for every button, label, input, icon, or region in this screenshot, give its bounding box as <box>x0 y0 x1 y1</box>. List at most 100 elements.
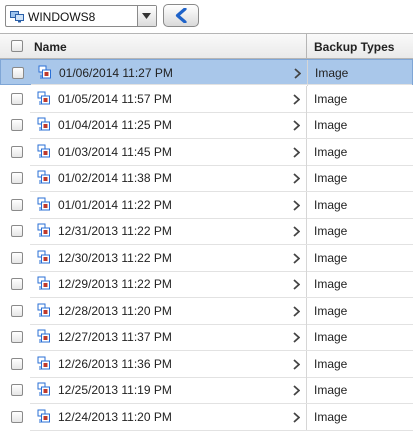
row-backup-type: Image <box>314 144 348 159</box>
backup-image-icon <box>37 250 50 263</box>
chevron-right-icon[interactable] <box>293 173 300 184</box>
row-checkbox[interactable] <box>11 410 23 423</box>
row-backup-type: Image <box>314 383 348 397</box>
table-row[interactable]: 12/25/2013 11:19 PM Image <box>0 377 413 404</box>
chevron-right-icon[interactable] <box>293 93 300 105</box>
table-row[interactable]: 01/06/2014 11:27 PM Image <box>0 59 413 86</box>
row-backup-type: Image <box>314 197 348 212</box>
row-checkbox[interactable] <box>11 331 23 343</box>
chevron-right-icon[interactable] <box>293 226 300 237</box>
grid-header: Name Backup Types <box>0 33 413 59</box>
column-divider <box>306 218 307 244</box>
chevron-right-icon[interactable] <box>293 305 300 317</box>
column-divider <box>306 377 307 403</box>
backup-image-icon <box>37 329 50 343</box>
row-checkbox[interactable] <box>11 357 23 370</box>
row-backup-type: Image <box>315 66 349 80</box>
backup-image-icon <box>37 223 50 237</box>
column-divider <box>306 165 307 191</box>
row-name: 01/03/2014 11:45 PM <box>58 144 172 159</box>
toolbar: WINDOWS8 <box>0 0 413 32</box>
column-header-backup-types[interactable]: Backup Types <box>314 40 394 54</box>
dropdown-button[interactable] <box>137 6 156 26</box>
row-name: 12/29/2013 11:22 PM <box>58 277 172 291</box>
table-row[interactable]: 12/29/2013 11:22 PM Image <box>0 271 413 298</box>
chevron-right-icon[interactable] <box>293 332 300 343</box>
backup-image-icon <box>37 170 50 184</box>
column-divider <box>306 85 307 112</box>
row-checkbox[interactable] <box>11 225 23 237</box>
back-button[interactable] <box>163 4 199 27</box>
row-name: 12/24/2013 11:20 PM <box>58 409 172 424</box>
row-name: 01/06/2014 11:27 PM <box>59 66 173 80</box>
computer-icon <box>10 11 24 23</box>
row-backup-type: Image <box>314 224 348 238</box>
machine-selector[interactable]: WINDOWS8 <box>5 5 157 27</box>
backup-image-icon <box>37 303 50 316</box>
chevron-right-icon[interactable] <box>293 279 300 290</box>
backup-image-icon <box>37 409 50 422</box>
table-row[interactable]: 12/31/2013 11:22 PM Image <box>0 218 413 245</box>
row-name: 01/05/2014 11:57 PM <box>58 91 172 106</box>
row-checkbox[interactable] <box>11 278 23 290</box>
row-checkbox[interactable] <box>12 67 24 79</box>
column-divider <box>306 271 307 297</box>
row-divider <box>30 429 413 431</box>
row-checkbox[interactable] <box>11 172 23 184</box>
row-backup-type: Image <box>314 330 348 344</box>
backup-image-icon <box>37 144 50 157</box>
table-row[interactable]: 12/27/2013 11:37 PM Image <box>0 324 413 351</box>
chevron-right-icon[interactable] <box>293 358 300 370</box>
backup-image-icon <box>37 276 50 290</box>
backup-image-icon <box>37 117 50 131</box>
row-backup-type: Image <box>314 409 348 424</box>
backup-image-icon <box>37 91 50 104</box>
column-divider <box>306 350 307 377</box>
row-checkbox[interactable] <box>11 119 23 131</box>
table-row[interactable]: 12/26/2013 11:36 PM Image <box>0 350 413 378</box>
row-checkbox[interactable] <box>11 304 23 317</box>
table-row[interactable]: 01/05/2014 11:57 PM Image <box>0 85 413 113</box>
table-row[interactable]: 01/04/2014 11:25 PM Image <box>0 112 413 139</box>
backup-image-icon <box>37 356 50 369</box>
table-row[interactable]: 01/03/2014 11:45 PM Image <box>0 138 413 166</box>
row-name: 12/31/2013 11:22 PM <box>58 224 172 238</box>
column-divider <box>306 403 307 430</box>
row-checkbox[interactable] <box>11 92 23 105</box>
row-backup-type: Image <box>314 356 348 371</box>
row-checkbox[interactable] <box>11 145 23 158</box>
row-name: 12/30/2013 11:22 PM <box>58 250 172 265</box>
row-name: 01/02/2014 11:38 PM <box>58 171 172 185</box>
row-name: 12/28/2013 11:20 PM <box>58 303 172 318</box>
backup-image-icon <box>38 65 51 79</box>
table-row[interactable]: 01/02/2014 11:38 PM Image <box>0 165 413 192</box>
column-divider <box>306 324 307 350</box>
column-divider <box>306 191 307 218</box>
table-row[interactable]: 12/24/2013 11:20 PM Image <box>0 403 413 431</box>
chevron-right-icon[interactable] <box>293 199 300 211</box>
column-divider <box>306 297 307 324</box>
chevron-right-icon[interactable] <box>293 411 300 423</box>
chevron-right-icon[interactable] <box>293 252 300 264</box>
chevron-right-icon[interactable] <box>293 385 300 396</box>
column-divider[interactable] <box>306 34 307 59</box>
backup-image-icon <box>37 197 50 210</box>
column-divider <box>306 244 307 271</box>
table-row[interactable]: 01/01/2014 11:22 PM Image <box>0 191 413 219</box>
backup-image-icon <box>37 382 50 396</box>
row-backup-type: Image <box>314 171 348 185</box>
select-all-checkbox[interactable] <box>11 40 23 52</box>
table-row[interactable]: 12/30/2013 11:22 PM Image <box>0 244 413 272</box>
backup-grid: Name Backup Types 01/06/2014 11:27 PM Ima… <box>0 33 413 434</box>
row-checkbox[interactable] <box>11 251 23 264</box>
table-row[interactable]: 12/28/2013 11:20 PM Image <box>0 297 413 325</box>
row-checkbox[interactable] <box>11 198 23 211</box>
chevron-right-icon[interactable] <box>293 146 300 158</box>
row-backup-type: Image <box>314 250 348 265</box>
row-checkbox[interactable] <box>11 384 23 396</box>
chevron-right-icon[interactable] <box>294 68 301 79</box>
column-header-name[interactable]: Name <box>34 40 67 54</box>
row-backup-type: Image <box>314 91 348 106</box>
row-backup-type: Image <box>314 303 348 318</box>
chevron-right-icon[interactable] <box>293 120 300 131</box>
